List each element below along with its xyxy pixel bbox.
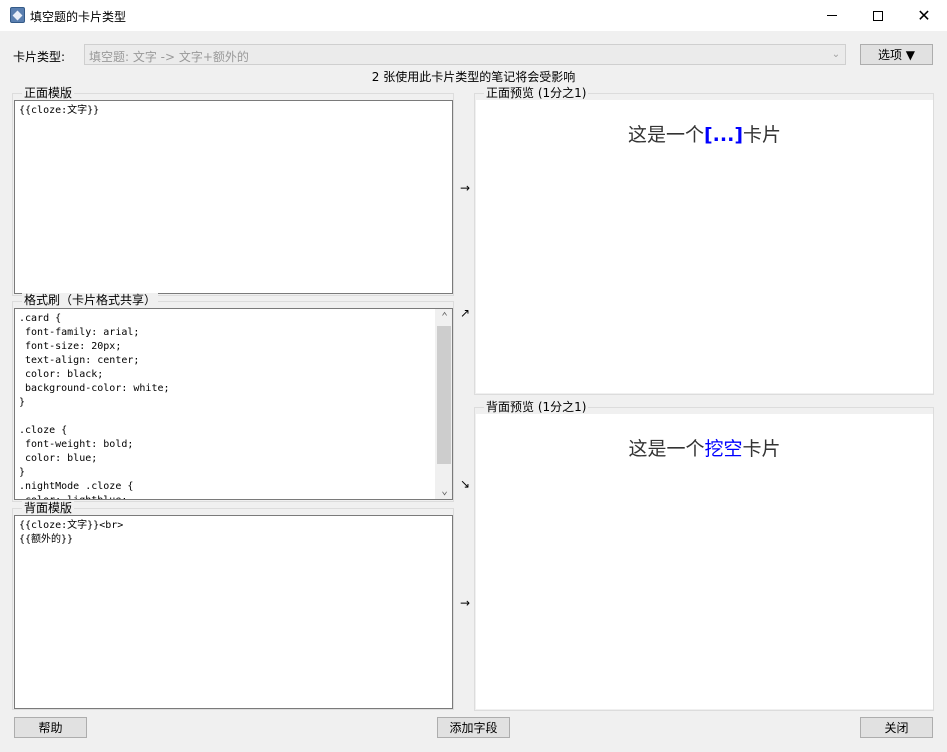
styling-code-line: .card {: [19, 313, 62, 324]
styling-code: .card { font-family: arial; font-size: 2…: [19, 312, 170, 499]
front-preview-text-before: 这是一个: [627, 124, 704, 146]
styling-code-line: text-align: center;: [19, 355, 140, 366]
front-preview-cloze: [...]: [703, 124, 744, 146]
window-title: 填空题的卡片类型: [30, 10, 127, 24]
styling-down-arrow-icon: ↘: [459, 477, 471, 491]
back-preview-pane: 这是一个挖空卡片: [476, 414, 933, 709]
close-window-button[interactable]: ✕: [901, 0, 947, 31]
back-preview-card: 这是一个挖空卡片: [476, 434, 933, 461]
front-preview-card: 这是一个[...]卡片: [476, 120, 933, 147]
front-template-title: 正面模版: [22, 86, 75, 100]
minimize-icon: [827, 15, 837, 16]
styling-scrollbar[interactable]: ⌃ ⌄: [435, 309, 452, 499]
styling-code-line: .cloze {: [19, 425, 68, 436]
scroll-up-icon[interactable]: ⌃: [436, 309, 452, 325]
styling-code-line: font-size: 20px;: [19, 341, 122, 352]
back-preview-text-after: 卡片: [742, 438, 781, 460]
styling-code-line: color: black;: [19, 369, 104, 380]
styling-code-line: color: lightblue;: [19, 494, 170, 499]
card-type-label: 卡片类型:: [13, 50, 66, 64]
styling-code-line: }: [19, 397, 26, 408]
minimize-button[interactable]: [809, 0, 855, 31]
scroll-thumb[interactable]: [437, 326, 451, 464]
front-preview-pane: 这是一个[...]卡片: [476, 100, 933, 393]
back-template-editor[interactable]: {{cloze:文字}}<br> {{额外的}}: [14, 515, 453, 709]
app-icon: [10, 7, 25, 23]
close-icon: ✕: [917, 5, 931, 25]
styling-code-line: [19, 410, 170, 424]
options-button[interactable]: 选项 ▼: [860, 44, 933, 65]
styling-code-line: font-weight: bold;: [19, 439, 134, 450]
maximize-icon: [873, 10, 883, 21]
back-arrow-icon: →: [459, 596, 471, 610]
styling-up-arrow-icon: ↗: [459, 306, 471, 320]
close-button[interactable]: 关闭: [860, 717, 933, 738]
styling-code-line: font-family: arial;: [19, 327, 140, 338]
maximize-button[interactable]: [855, 0, 901, 31]
title-bar: 填空题的卡片类型 ✕: [0, 0, 947, 31]
back-template-title: 背面模版: [22, 501, 75, 515]
scroll-down-icon[interactable]: ⌄: [436, 483, 452, 499]
back-preview-text-before: 这是一个: [628, 438, 705, 460]
back-preview-cloze: 挖空: [704, 438, 743, 460]
chevron-down-icon: ⌄: [831, 49, 841, 60]
card-type-select[interactable]: 填空题: 文字 -> 文字+额外的 ⌄: [84, 44, 846, 65]
styling-editor[interactable]: .card { font-family: arial; font-size: 2…: [14, 308, 453, 500]
styling-code-line: }: [19, 467, 26, 478]
back-preview-title: 背面预览 (1分之1): [484, 400, 589, 414]
styling-code-line: color: blue;: [19, 453, 98, 464]
front-preview-title: 正面预览 (1分之1): [484, 86, 589, 100]
styling-title: 格式刷（卡片格式共享）: [22, 293, 159, 307]
add-field-button[interactable]: 添加字段: [437, 717, 510, 738]
styling-code-line: background-color: white;: [19, 383, 170, 394]
affected-notes-notice: 2 张使用此卡片类型的笔记将会受影响: [371, 70, 576, 84]
card-type-value: 填空题: 文字 -> 文字+额外的: [89, 50, 249, 64]
help-button[interactable]: 帮助: [14, 717, 87, 738]
front-arrow-icon: →: [459, 181, 471, 195]
front-template-editor[interactable]: {{cloze:文字}}: [14, 100, 453, 294]
styling-code-line: .nightMode .cloze {: [19, 481, 134, 492]
front-preview-text-after: 卡片: [743, 124, 782, 146]
